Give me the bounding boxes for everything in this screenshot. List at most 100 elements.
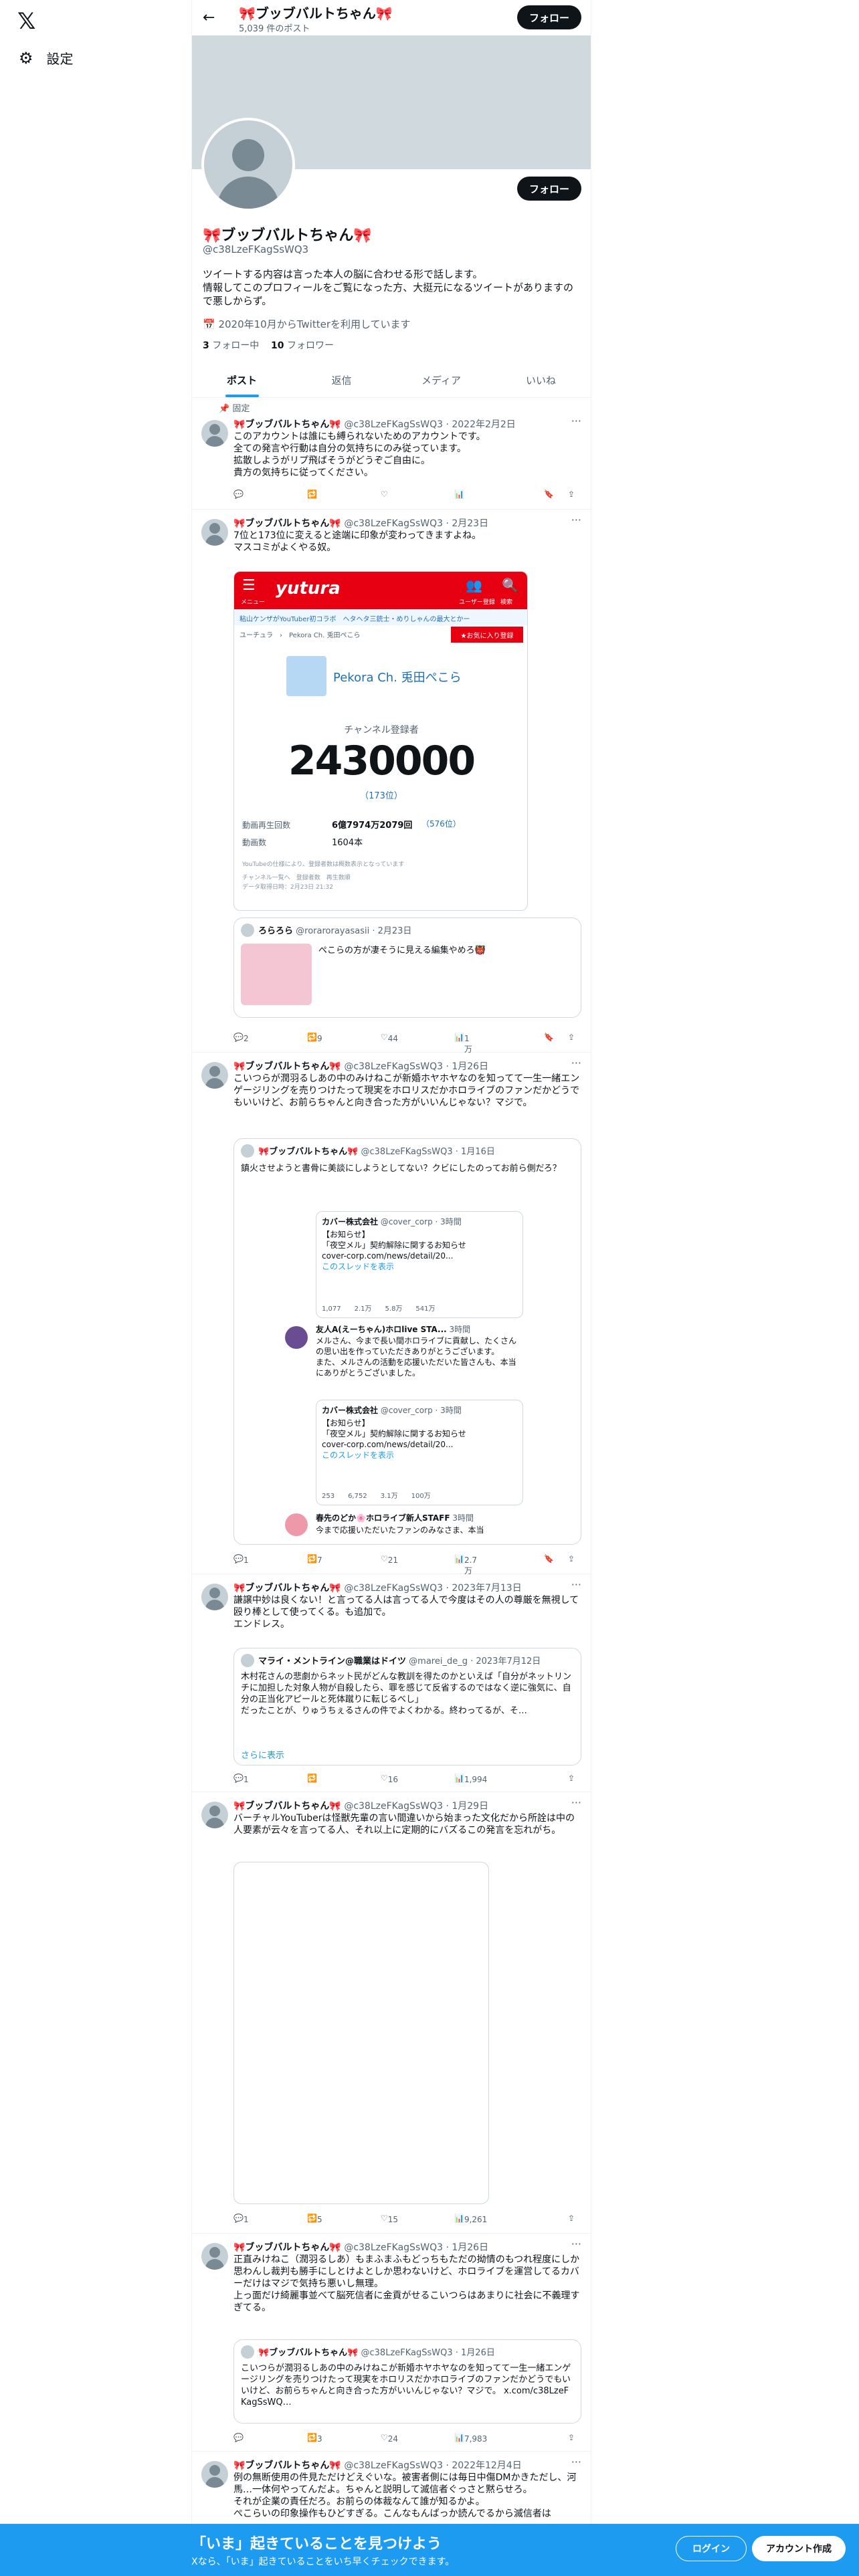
share-icon[interactable]: ⇪ [568, 1033, 575, 1042]
avatar[interactable] [201, 1802, 228, 1828]
tweet[interactable]: 🎀ブッブバルトちゃん🎀 @c38LzeFKagSsWQ3 · 2022年2月2日… [192, 411, 591, 510]
bookmark-icon[interactable]: 🔖 [544, 1033, 554, 1042]
embed-line: 「夜空メル」契約解除に関するお知らせ [322, 1429, 466, 1438]
embed-line: 【お知らせ】 [322, 1230, 370, 1239]
tweet-actions: 💬 2 🔁 9 ♡ 44 📊 1万 🔖 ⇪ [233, 1031, 581, 1054]
bookmark-icon[interactable]: 🔖 [544, 490, 554, 499]
signup-button[interactable]: アカウント作成 [752, 2536, 846, 2561]
tweet-media[interactable] [233, 1862, 489, 2204]
show-more-link[interactable]: さらに表示 [241, 1750, 573, 1761]
profile-follow-button[interactable]: フォロー [517, 177, 581, 201]
avatar[interactable] [201, 519, 228, 546]
channel-thumb [286, 656, 326, 696]
tweet-author[interactable]: 🎀ブッブバルトちゃん🎀 [233, 2460, 341, 2471]
bookmark-icon[interactable]: 🔖 [544, 1554, 554, 1564]
channel-name: Pekora Ch. 兎田ぺこら [333, 671, 462, 685]
back-arrow-icon[interactable]: ← [203, 9, 215, 26]
embed-stats: 253 6,752 3.1万 100万 [322, 1493, 431, 1500]
avatar[interactable] [201, 420, 228, 447]
tweet[interactable]: 🎀ブッブバルトちゃん🎀 @c38LzeFKagSsWQ3 · 1月26日 ···… [192, 1053, 591, 1576]
login-button[interactable]: ログイン [676, 2536, 747, 2561]
quoted-tweet[interactable]: マライ・メントライン@職業はドイツ @marei_de_g · 2023年7月1… [233, 1648, 581, 1765]
reply-icon[interactable]: 💬 [233, 490, 244, 499]
share-icon[interactable]: ⇪ [568, 2433, 575, 2442]
yutura-logo: yutura [276, 578, 341, 599]
share-icon[interactable]: ⇪ [568, 1554, 575, 1564]
profile-avatar[interactable] [201, 118, 295, 211]
views-icon[interactable]: 📊 1万 [454, 1033, 472, 1054]
share-icon[interactable]: ⇪ [568, 1774, 575, 1783]
retweet-icon[interactable]: 🔁 [307, 490, 317, 499]
avatar[interactable] [201, 2243, 228, 2270]
tweet-author[interactable]: 🎀ブッブバルトちゃん🎀 [233, 1801, 341, 1812]
quote-meta: @c38LzeFKagSsWQ3 · 1月26日 [361, 2348, 495, 2358]
like-icon[interactable]: ♡ [381, 490, 388, 499]
quote-meta: @c38LzeFKagSsWQ3 · 1月16日 [361, 1147, 495, 1157]
more-icon[interactable]: ··· [571, 1796, 581, 1809]
avatar[interactable] [201, 1584, 228, 1610]
tab-media[interactable]: メディア [391, 362, 491, 397]
views-icon[interactable]: 📊 9,261 [454, 2214, 487, 2224]
like-icon[interactable]: ♡ 16 [381, 1774, 398, 1784]
tweet[interactable]: 🎀ブッブバルトちゃん🎀 @c38LzeFKagSsWQ3 · 2月23日 ···… [192, 510, 591, 1054]
like-icon[interactable]: ♡ 21 [381, 1554, 398, 1565]
header-follow-button[interactable]: フォロー [517, 5, 581, 29]
more-icon[interactable]: ··· [571, 1057, 581, 1069]
tweet[interactable]: 🎀ブッブバルトちゃん🎀 @c38LzeFKagSsWQ3 · 1月26日 ···… [192, 2234, 591, 2452]
settings-link[interactable]: ⚙ 設定 [19, 48, 74, 68]
followers-link[interactable]: 10 フォロワー [271, 340, 334, 351]
tweet-author[interactable]: 🎀ブッブバルトちゃん🎀 [233, 1061, 341, 1072]
x-logo-icon[interactable]: 𝕏 [17, 8, 35, 35]
retweet-icon[interactable]: 🔁 9 [307, 1033, 322, 1043]
quoted-tweet[interactable]: 🎀ブッブバルトちゃん🎀 @c38LzeFKagSsWQ3 · 1月26日 こいつ… [233, 2339, 581, 2424]
tweet-author[interactable]: 🎀ブッブバルトちゃん🎀 [233, 1583, 341, 1594]
tweet[interactable]: 🎀ブッブバルトちゃん🎀 @c38LzeFKagSsWQ3 · 1月29日 ···… [192, 1792, 591, 2234]
tweet[interactable]: 🎀ブッブバルトちゃん🎀 @c38LzeFKagSsWQ3 · 2023年7月13… [192, 1574, 591, 1792]
reply-meta: 3時間 [449, 1325, 471, 1334]
reply-icon[interactable]: 💬 [233, 2433, 244, 2442]
share-icon[interactable]: ⇪ [568, 2214, 575, 2223]
retweet-icon[interactable]: 🔁 [307, 1774, 317, 1783]
quoted-tweet[interactable]: ろらろら @rorarorayasasii · 2月23日 ぺこらの方が凄そうに… [233, 918, 581, 1018]
like-icon[interactable]: ♡ 44 [381, 1033, 398, 1043]
tweet-author[interactable]: 🎀ブッブバルトちゃん🎀 [233, 518, 341, 529]
tab-posts[interactable]: ポスト [192, 362, 292, 397]
quote-author: ろらろら [258, 926, 294, 936]
tab-likes[interactable]: いいね [491, 362, 591, 397]
more-icon[interactable]: ··· [571, 415, 581, 427]
retweet-icon[interactable]: 🔁 5 [307, 2214, 322, 2224]
avatar [241, 924, 254, 937]
quote-text: ぺこらの方が凄そうに見える編集やめろ👹 [318, 946, 486, 956]
views-icon[interactable]: 📊 7,983 [454, 2433, 487, 2444]
retweet-icon[interactable]: 🔁 7 [307, 1554, 322, 1565]
more-icon[interactable]: ··· [571, 514, 581, 526]
reply-icon[interactable]: 💬 1 [233, 2214, 249, 2224]
avatar [241, 1144, 254, 1158]
following-link[interactable]: 3 フォロー中 [203, 340, 259, 351]
tab-replies[interactable]: 返信 [292, 362, 391, 397]
tweet-author[interactable]: 🎀ブッブバルトちゃん🎀 [233, 2242, 341, 2253]
more-icon[interactable]: ··· [571, 2238, 581, 2250]
reply-icon[interactable]: 💬 1 [233, 1774, 249, 1784]
reply-icon[interactable]: 💬 1 [233, 1554, 249, 1565]
like-icon[interactable]: ♡ 24 [381, 2433, 398, 2444]
like-icon[interactable]: ♡ 15 [381, 2214, 398, 2224]
retweet-icon[interactable]: 🔁 3 [307, 2433, 322, 2444]
views-icon[interactable]: 📊 [454, 490, 464, 499]
avatar[interactable] [201, 1062, 228, 1089]
views-icon[interactable]: 📊 1,994 [454, 1774, 487, 1784]
quoted-tweet[interactable]: 🎀ブッブバルトちゃん🎀 @c38LzeFKagSsWQ3 · 1月16日 鎮火さ… [233, 1138, 581, 1545]
reply-icon[interactable]: 💬 2 [233, 1033, 249, 1043]
follow-counts: 3 フォロー中 10 フォロワー [203, 338, 334, 352]
header-name: 🎀ブッブバルトちゃん🎀 [239, 5, 393, 21]
share-icon[interactable]: ⇪ [568, 490, 575, 499]
tweet-author[interactable]: 🎀ブッブバルトちゃん🎀 [233, 419, 341, 430]
avatar[interactable] [201, 2461, 228, 2488]
views-icon[interactable]: 📊 2.7万 [454, 1554, 477, 1576]
tweet-image[interactable]: ☰ メニュー yutura ユーザー登録 検索 👥 🔍 粘山ケンザがYouTub… [233, 571, 528, 911]
quote-meta: @rorarorayasasii · 2月23日 [296, 926, 412, 936]
more-icon[interactable]: ··· [571, 2456, 581, 2468]
tweet-text: 7位と173位に変えると途端に印象が変わってきますよね。 マスコミがよくやる奴。 [233, 530, 482, 553]
gear-icon: ⚙ [19, 48, 33, 68]
more-icon[interactable]: ··· [571, 1578, 581, 1591]
